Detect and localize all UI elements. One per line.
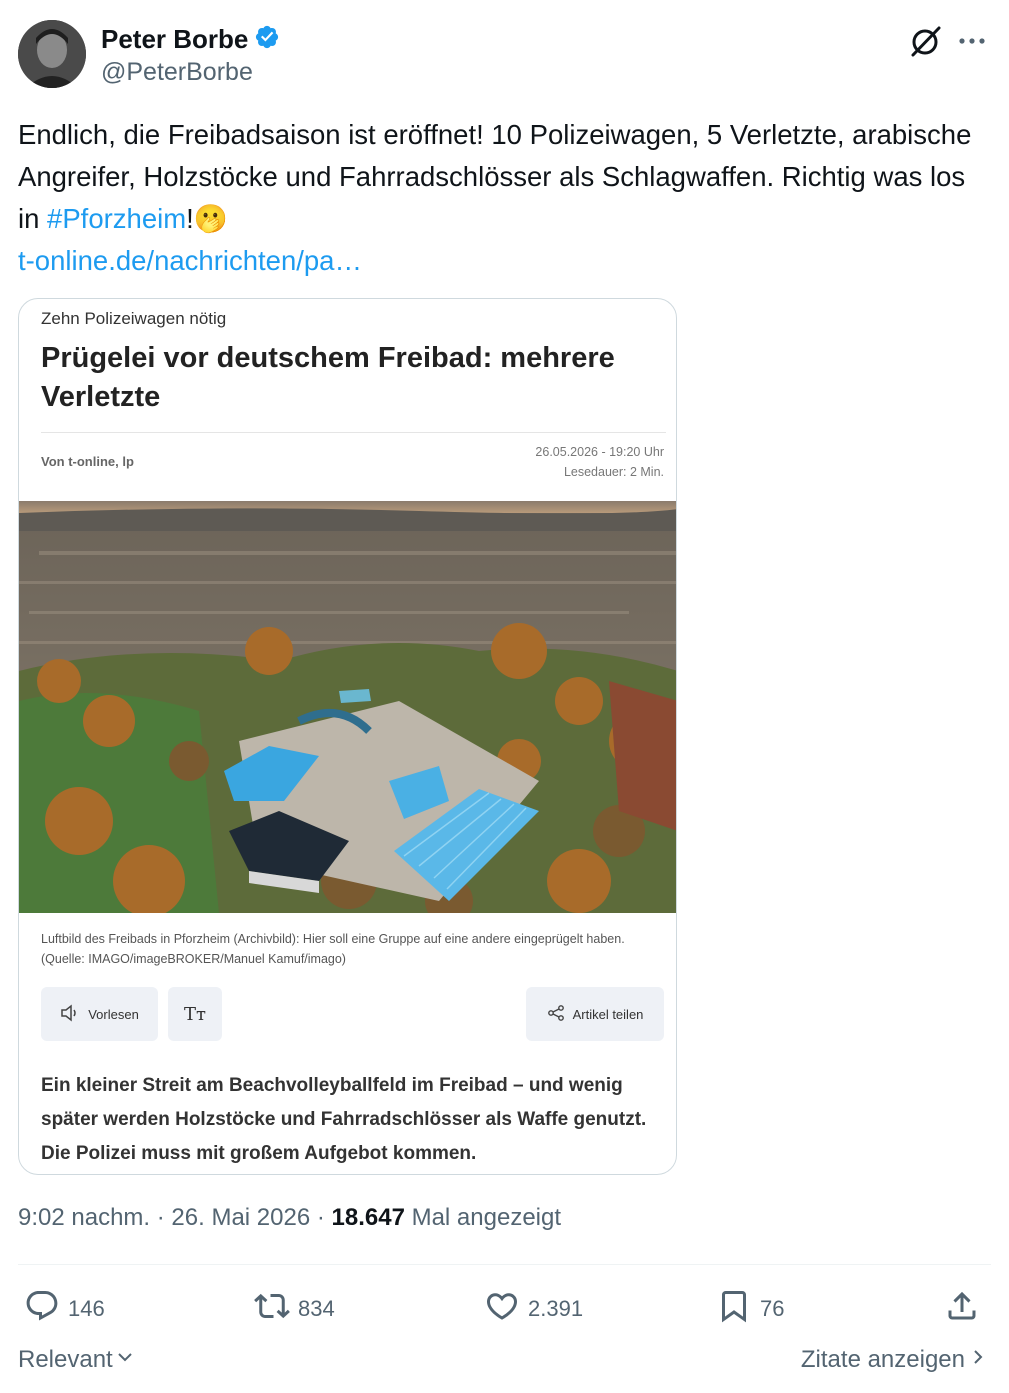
article-author: Von t-online, lp xyxy=(41,454,134,469)
bookmark-count: 76 xyxy=(760,1296,785,1321)
tweet-header: Peter Borbe @PeterBorbe xyxy=(18,20,991,90)
text-size-icon: Tт xyxy=(184,1003,206,1025)
speaker-icon xyxy=(60,1003,80,1025)
name-row: Peter Borbe xyxy=(101,24,280,55)
sort-label: Relevant xyxy=(18,1346,113,1373)
retweet-icon xyxy=(254,1288,290,1330)
divider xyxy=(18,1264,991,1265)
grok-icon[interactable] xyxy=(909,24,943,58)
view-count[interactable]: 18.647 xyxy=(332,1204,405,1231)
like-count: 2.391 xyxy=(528,1296,584,1321)
hashtag-link[interactable]: #Pforzheim xyxy=(47,203,186,234)
reply-count: 146 xyxy=(68,1296,105,1321)
avatar[interactable] xyxy=(18,20,86,88)
article-screenshot-card[interactable]: Zehn Polizeiwagen nötig Prügelei vor deu… xyxy=(18,298,677,1175)
more-options-icon[interactable] xyxy=(957,26,987,56)
external-link[interactable]: t-online.de/nachrichten/pa… xyxy=(18,245,362,276)
separator: · xyxy=(150,1204,172,1231)
tweet-time[interactable]: 9:02 nachm. xyxy=(18,1204,150,1231)
article-kicker: Zehn Polizeiwagen nötig xyxy=(41,309,227,328)
user-handle[interactable]: @PeterBorbe xyxy=(101,58,253,87)
share-icon xyxy=(547,1004,565,1025)
article-date: 26.05.2026 - 19:20 Uhr xyxy=(535,445,664,459)
text-size-button[interactable]: Tт xyxy=(168,987,222,1041)
chevron-right-icon xyxy=(971,1346,985,1374)
like-button[interactable]: 2.391 xyxy=(484,1288,583,1330)
read-aloud-button[interactable]: Vorlesen xyxy=(41,987,158,1041)
tweet-date[interactable]: 26. Mai 2026 xyxy=(171,1204,310,1231)
display-name[interactable]: Peter Borbe xyxy=(101,24,248,55)
tweet-text-end: ! xyxy=(186,203,194,234)
heart-icon xyxy=(484,1288,520,1330)
article-headline: Prügelei vor deutschem Freibad: mehrere … xyxy=(41,342,615,413)
photo-caption: Luftbild des Freibads in Pforzheim (Arch… xyxy=(41,932,625,966)
tweet-meta: 9:02 nachm. · 26. Mai 2026 · 18.647 Mal … xyxy=(18,1204,561,1232)
share-upload-icon xyxy=(944,1288,980,1330)
view-quotes-label: Zitate anzeigen xyxy=(800,1346,965,1373)
divider xyxy=(41,432,666,433)
chevron-down-icon xyxy=(115,1346,135,1374)
tweet-text: Endlich, die Freibadsaison ist eröffnet!… xyxy=(18,114,988,282)
separator: · xyxy=(310,1204,332,1231)
emoji: 🫢 xyxy=(193,203,229,234)
bookmark-icon xyxy=(716,1288,752,1330)
bookmark-button[interactable]: 76 xyxy=(716,1288,784,1330)
view-label: Mal angezeigt xyxy=(404,1204,562,1231)
view-quotes-link[interactable]: Zitate anzeigen xyxy=(801,1346,985,1374)
retweet-count: 834 xyxy=(298,1296,335,1321)
article-read-time: Lesedauer: 2 Min. xyxy=(563,465,664,479)
share-article-label: Artikel teilen xyxy=(572,1006,644,1022)
aerial-photo xyxy=(19,501,676,925)
reply-icon xyxy=(24,1288,60,1330)
retweet-button[interactable]: 834 xyxy=(254,1288,335,1330)
read-aloud-label: Vorlesen xyxy=(88,1006,139,1022)
sort-relevant-dropdown[interactable]: Relevant xyxy=(18,1346,135,1374)
reply-button[interactable]: 146 xyxy=(24,1288,105,1330)
article-lead: Ein kleiner Streit am Beachvolleyballfel… xyxy=(41,1075,647,1164)
share-button[interactable] xyxy=(944,1288,980,1330)
verified-badge-icon[interactable] xyxy=(254,24,280,55)
share-article-button[interactable]: Artikel teilen xyxy=(526,987,664,1041)
